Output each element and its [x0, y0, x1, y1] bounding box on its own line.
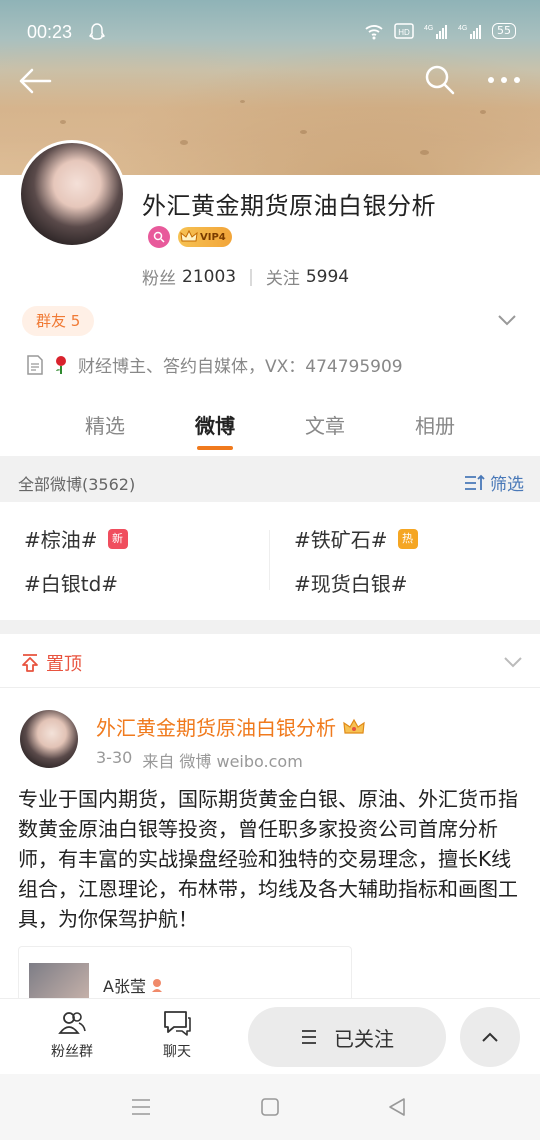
- followed-label: 已关注: [334, 1026, 394, 1051]
- post-date: 3-30: [96, 748, 133, 767]
- follow-count[interactable]: 5994: [306, 267, 349, 287]
- followed-button[interactable]: 已关注: [248, 1007, 446, 1067]
- post-author-name[interactable]: 外汇黄金期货原油白银分析: [96, 712, 336, 741]
- wifi-icon: [365, 25, 383, 40]
- chevron-down-icon[interactable]: [496, 312, 518, 328]
- fans-group-button[interactable]: 粉丝群: [40, 1009, 104, 1061]
- filter-button[interactable]: 筛选: [464, 470, 524, 495]
- hashtag-label: #铁矿石#: [294, 528, 388, 552]
- profile-name: 外汇黄金期货原油白银分析: [142, 192, 436, 220]
- chat-label: 聊天: [163, 1044, 191, 1060]
- tab-articles[interactable]: 文章: [270, 398, 380, 454]
- system-navigation-bar: [0, 1074, 540, 1140]
- hashtag-item[interactable]: #棕油# 新: [24, 524, 128, 553]
- all-posts-label[interactable]: 全部微博(3562): [18, 471, 135, 495]
- vip-badge[interactable]: VIP4: [178, 227, 232, 247]
- crown-icon: [343, 718, 365, 734]
- sand-speck: [420, 150, 429, 155]
- hashtag-item[interactable]: #现货白银#: [294, 568, 408, 597]
- post-text: 专业于国内期货，国际期货黄金白银、原油、外汇货币指数黄金原油白银等投资，曾任职多…: [18, 787, 518, 931]
- card-name-row: A张莹: [103, 973, 164, 997]
- search-badge-icon[interactable]: [148, 226, 170, 248]
- tab-featured[interactable]: 精选: [50, 398, 160, 454]
- fans-label[interactable]: 粉丝: [142, 264, 176, 289]
- status-icons: HD 4G 4G 55: [364, 22, 516, 40]
- tab-weibo[interactable]: 微博: [160, 398, 270, 454]
- profile-avatar[interactable]: [18, 140, 126, 248]
- more-options-icon[interactable]: [486, 70, 522, 90]
- card-thumbnail: [29, 963, 89, 1003]
- signal-4g-icon: 4G: [458, 25, 481, 39]
- hashtag-label: #白银td#: [24, 572, 119, 596]
- pinned-label-group: 置顶: [20, 650, 82, 676]
- rose-icon: [56, 355, 66, 374]
- user-badge-icon: [151, 979, 162, 992]
- hashtag-item[interactable]: #铁矿石# 热: [294, 524, 418, 553]
- fans-group-icon: [58, 1012, 86, 1034]
- hashtag-divider: [269, 530, 270, 590]
- status-bar: 00:23 HD 4G 4G 55: [0, 0, 540, 64]
- card-name: A张莹: [103, 977, 146, 996]
- sand-speck: [480, 110, 486, 114]
- profile-badges: VIP4: [148, 226, 232, 248]
- sand-speck: [300, 130, 307, 134]
- sand-speck: [240, 100, 245, 103]
- post-source: 来自 微博 weibo.com: [142, 752, 303, 771]
- post-meta: 3-30 来自 微博 weibo.com: [96, 748, 303, 772]
- post-card[interactable]: A张莹: [18, 946, 352, 1006]
- bio-text: 财经博主、答约自媒体，VX：474795909: [78, 357, 403, 377]
- sand-speck: [180, 140, 188, 145]
- fans-count[interactable]: 21003: [182, 267, 236, 287]
- pin-top-icon: [22, 654, 38, 672]
- crown-icon: [180, 229, 198, 242]
- home-nav-icon[interactable]: [259, 1096, 281, 1118]
- profile-stats: 粉丝 21003 | 关注 5994: [142, 264, 349, 290]
- sand-speck: [60, 120, 66, 124]
- follow-label[interactable]: 关注: [266, 264, 300, 289]
- filter-icon: [465, 474, 485, 490]
- svg-text:4G: 4G: [424, 25, 433, 32]
- new-badge: 新: [107, 528, 128, 549]
- search-icon[interactable]: [424, 64, 456, 96]
- post-author-avatar[interactable]: [20, 710, 78, 768]
- post-author-row: 外汇黄金期货原油白银分析: [96, 712, 366, 741]
- profile-tabs: 精选 微博 文章 相册: [0, 398, 540, 454]
- battery-indicator: 55: [492, 23, 516, 39]
- hashtag-label: #现货白银#: [294, 572, 408, 596]
- hot-badge: 热: [397, 528, 418, 549]
- svg-text:4G: 4G: [458, 25, 467, 32]
- chat-button[interactable]: 聊天: [145, 1009, 209, 1061]
- hashtag-grid: #棕油# 新 #铁矿石# 热 #白银td# #现货白银#: [0, 502, 540, 620]
- hashtag-item[interactable]: #白银td#: [24, 568, 118, 597]
- document-icon: [27, 354, 43, 375]
- pinned-header[interactable]: 置顶: [0, 634, 540, 688]
- menu-nav-icon[interactable]: [130, 1096, 152, 1118]
- vip-label: VIP4: [200, 231, 226, 243]
- expand-up-button[interactable]: [460, 1007, 520, 1067]
- group-chip[interactable]: 群友 5: [22, 306, 95, 336]
- back-arrow-icon[interactable]: [18, 66, 52, 96]
- fans-group-label: 粉丝群: [51, 1044, 93, 1060]
- qq-icon: [89, 23, 105, 40]
- status-time: 00:23: [27, 22, 73, 42]
- filter-label: 筛选: [490, 475, 524, 495]
- bottom-action-bar: 粉丝群 聊天 已关注: [0, 998, 540, 1074]
- svg-text:HD: HD: [398, 28, 410, 37]
- chat-icon: [164, 1011, 191, 1036]
- back-nav-icon[interactable]: [386, 1096, 408, 1118]
- hashtag-label: #棕油#: [24, 528, 98, 552]
- chevron-down-icon[interactable]: [502, 654, 524, 670]
- chevron-up-icon: [482, 1032, 498, 1042]
- menu-icon: [302, 1030, 316, 1044]
- pinned-label: 置顶: [46, 654, 82, 675]
- section-separator: [0, 620, 540, 634]
- stats-divider: |: [248, 266, 254, 287]
- signal-4g-icon: 4G: [424, 25, 447, 39]
- profile-bio: 财经博主、答约自媒体，VX：474795909: [26, 352, 403, 377]
- tab-album[interactable]: 相册: [380, 398, 490, 454]
- hd-icon: HD: [394, 23, 414, 39]
